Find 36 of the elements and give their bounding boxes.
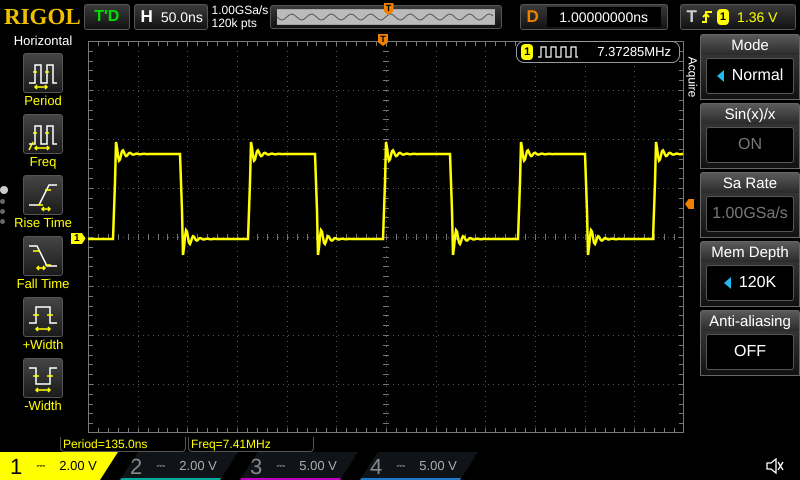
delay-label: D [526,6,539,28]
channel-button[interactable]: 3 ⎓ 5.00 V [240,452,358,480]
measure-button[interactable]: Rise Time [14,175,72,231]
memory-points: 120k pts [212,17,258,30]
trigger-level: 1.36 V [737,8,778,26]
channel-marker: 1 [71,233,86,244]
option-label: Anti-aliasing [700,310,800,331]
pulse-train-icon [538,46,578,58]
menu-title: Horizontal [14,34,72,48]
channel-button[interactable]: 4 ⎓ 5.00 V [360,452,478,480]
left-arrow-icon [724,277,731,289]
option-value-button[interactable]: Normal [706,58,794,94]
sample-rate: 1.00GSa/s [212,4,266,17]
run-status: T'D [84,4,130,30]
rising-edge-icon [702,10,712,24]
counter-value: 7.37285MHz [597,43,671,62]
channel-button[interactable]: 1 ⎓ 2.00 V [0,452,118,480]
delay-value: 1.00000000ns [546,7,661,27]
speaker-muted-icon [766,458,784,474]
brand-logo: RIGOL [4,2,80,31]
timebase-value: 50.0ns [160,8,203,26]
option-label: Sin(x)/x [700,103,800,124]
timebase-label: H [140,6,153,28]
channel-button[interactable]: 2 ⎓ 2.00 V [120,452,238,480]
option-value-button[interactable]: 120K [706,265,794,301]
trigger-label: T [686,6,697,28]
option-label: Mem Depth [700,241,800,262]
option-label: Sa Rate [700,172,800,193]
trigger-level-marker [685,199,694,209]
trigger-position-marker: T [378,34,388,46]
option-value-button[interactable]: OFF [706,334,794,370]
channel-badge: 1 [521,44,534,60]
menu-title: Acquire [684,56,700,98]
option-label: Mode [700,34,800,55]
trigger-source-badge: 1 [716,8,730,26]
left-arrow-icon [716,70,724,82]
